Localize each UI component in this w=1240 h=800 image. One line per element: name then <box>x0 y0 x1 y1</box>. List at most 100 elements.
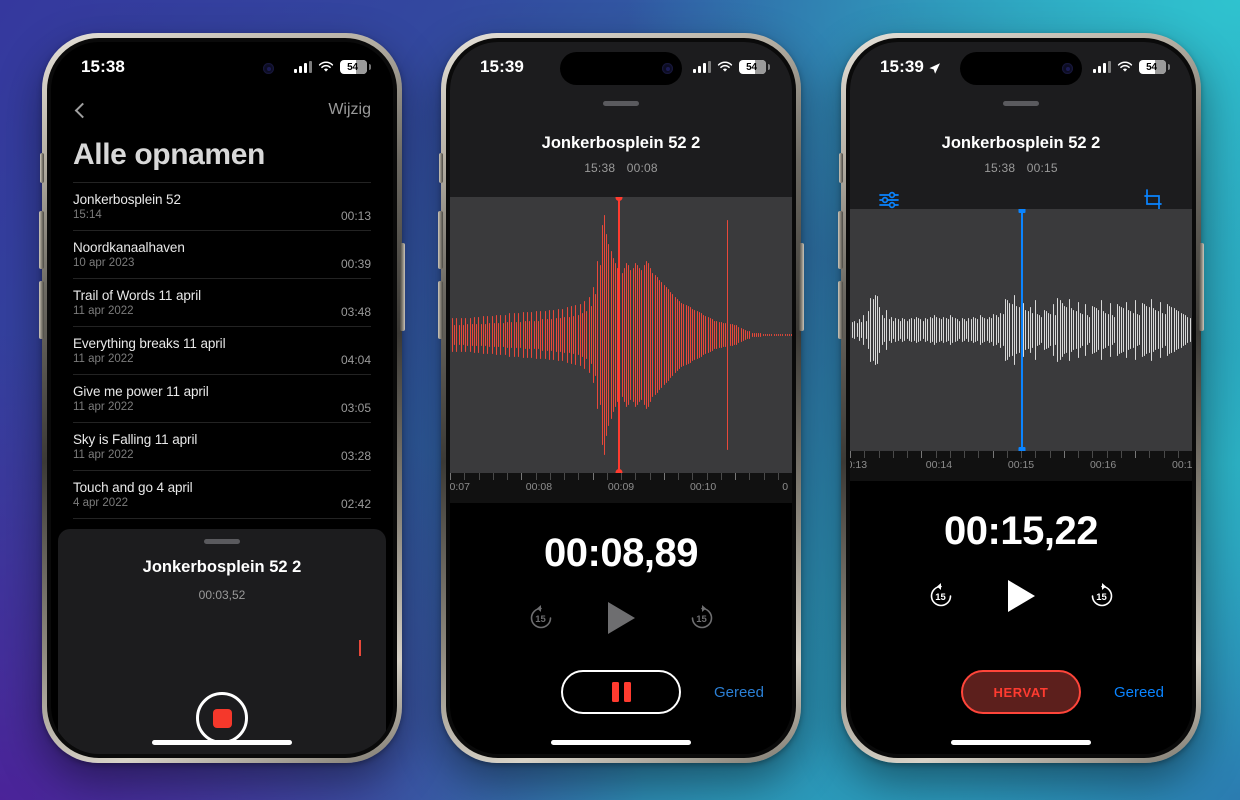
equalizer-icon[interactable] <box>878 189 900 211</box>
volume-down-button[interactable] <box>39 281 44 339</box>
waveform-panel[interactable] <box>450 197 792 473</box>
resume-button[interactable]: HERVAT <box>961 670 1081 714</box>
waveform-bar <box>934 315 935 345</box>
skip-forward-15-button[interactable]: 15 <box>687 603 717 633</box>
ruler-tick <box>507 473 521 480</box>
player-header: Jonkerbosplein 52 2 15:38 00:15 <box>850 92 1192 211</box>
waveform-bar <box>1086 315 1088 345</box>
time-ruler: 0:13 00:14 00:15 00:16 00:17 <box>850 451 1192 481</box>
stop-record-button[interactable] <box>196 692 248 744</box>
mute-switch[interactable] <box>439 153 443 183</box>
waveform-bar <box>888 319 890 341</box>
volume-down-button[interactable] <box>838 281 843 339</box>
ruler-tick <box>649 473 664 480</box>
playhead[interactable] <box>615 197 623 473</box>
recording-row[interactable]: Trail of Words 11 april 11 apr 2022 03:48 <box>73 278 371 326</box>
home-indicator[interactable] <box>951 740 1091 745</box>
waveform-bar <box>1155 309 1156 351</box>
home-indicator[interactable] <box>551 740 691 745</box>
waveform-bar <box>590 306 592 364</box>
phone-1-screen: 15:38 54 Wijzig Alle opnamen Jonkerbospl… <box>51 42 393 754</box>
status-time: 15:39 <box>480 57 524 76</box>
done-button[interactable]: Gereed <box>714 684 764 701</box>
edit-button[interactable]: Wijzig <box>328 101 371 119</box>
waveform-bar <box>716 320 717 350</box>
waveform-bar <box>681 302 682 368</box>
waveform-bar <box>906 320 908 340</box>
waveform-bar <box>1178 311 1179 349</box>
waveform-bar <box>940 319 942 341</box>
waveform-bar <box>1114 316 1115 344</box>
power-button[interactable] <box>1199 243 1204 331</box>
waveform-bar <box>465 318 466 352</box>
ruler-tick <box>1163 451 1178 458</box>
waveform-bar <box>760 332 761 338</box>
volume-up-button[interactable] <box>438 211 443 269</box>
volume-down-button[interactable] <box>438 281 443 339</box>
waveform-bar <box>612 258 614 412</box>
recording-row[interactable]: Noordkanaalhaven 10 apr 2023 00:39 <box>73 230 371 278</box>
volume-up-button[interactable] <box>838 211 843 269</box>
waveform-panel[interactable] <box>850 209 1192 451</box>
waveform-bar <box>1029 307 1031 353</box>
ruler-label: 00:14 <box>925 459 953 471</box>
status-bar: 15:39 54 <box>450 42 792 92</box>
recording-row[interactable]: Touch and go 4 april 4 apr 2022 02:42 <box>73 470 371 518</box>
waveform-bar <box>485 324 486 346</box>
power-button[interactable] <box>400 243 405 331</box>
recording-duration: 00:08 <box>626 161 658 175</box>
recordings-list[interactable]: Jonkerbosplein 52 15:14 00:13 Noordkanaalha… <box>51 182 393 566</box>
waveform-bar <box>1162 312 1163 348</box>
skip-back-15-button[interactable]: 15 <box>926 581 956 611</box>
status-time: 15:38 <box>81 57 125 76</box>
waveform-bar <box>740 327 742 343</box>
mute-switch[interactable] <box>839 153 843 183</box>
skip-back-label: 15 <box>935 591 946 603</box>
recording-row[interactable]: Jonkerbosplein 52 15:14 00:13 <box>73 182 371 230</box>
back-chevron-icon[interactable] <box>74 102 91 118</box>
waveform-bar <box>452 318 453 352</box>
skip-back-15-button[interactable]: 15 <box>526 603 556 633</box>
done-button[interactable]: Gereed <box>1114 684 1164 701</box>
waveform-bar <box>482 315 484 355</box>
home-indicator[interactable] <box>152 740 292 745</box>
waveform-bar <box>966 320 967 340</box>
waveform-bar <box>548 309 550 361</box>
waveform-bar <box>593 287 594 383</box>
waveform-bar <box>1171 307 1172 353</box>
sheet-grabber[interactable] <box>603 101 639 106</box>
recording-name: Jonkerbosplein 52 <box>73 192 181 207</box>
recording-row[interactable]: Everything breaks 11 april 11 apr 2022 04:… <box>73 326 371 374</box>
waveform-bar <box>865 320 867 340</box>
volume-up-button[interactable] <box>39 211 44 269</box>
power-button[interactable] <box>799 243 804 331</box>
recording-row[interactable]: Give me power 11 april 11 apr 2022 03:05 <box>73 374 371 422</box>
waveform-bar <box>476 324 477 346</box>
waveform-bar <box>902 317 903 343</box>
waveform-bar <box>656 277 658 393</box>
bottom-action-bar: Gereed <box>450 670 792 714</box>
waveform-bar <box>652 272 653 398</box>
mute-switch[interactable] <box>40 153 44 183</box>
sheet-grabber[interactable] <box>1003 101 1039 106</box>
recording-name: Noordkanaalhaven <box>73 240 185 255</box>
playhead[interactable] <box>1018 209 1026 451</box>
waveform-bar <box>720 321 722 349</box>
waveform-bar <box>575 305 576 365</box>
phone-3-screen: 15:39 54 Jonkerbosplein 52 2 15:38 00:15… <box>850 42 1192 754</box>
front-camera-icon <box>1062 63 1073 74</box>
play-icon[interactable] <box>1007 580 1035 612</box>
recording-name: Give me power 11 april <box>73 384 209 399</box>
stop-square-icon <box>212 708 232 728</box>
pause-button[interactable] <box>561 670 681 714</box>
recording-row[interactable]: Sky is Falling 11 april 11 apr 2022 03:28 <box>73 422 371 470</box>
sheet-grabber[interactable] <box>204 539 240 544</box>
waveform-bar <box>1093 307 1095 353</box>
recording-duration: 03:28 <box>340 449 371 463</box>
waveform-bar <box>1013 295 1015 365</box>
crop-icon[interactable] <box>1142 189 1164 211</box>
skip-forward-15-button[interactable]: 15 <box>1087 581 1117 611</box>
play-icon[interactable] <box>607 602 635 634</box>
waveform-bar <box>498 323 499 347</box>
dynamic-island <box>560 52 682 85</box>
